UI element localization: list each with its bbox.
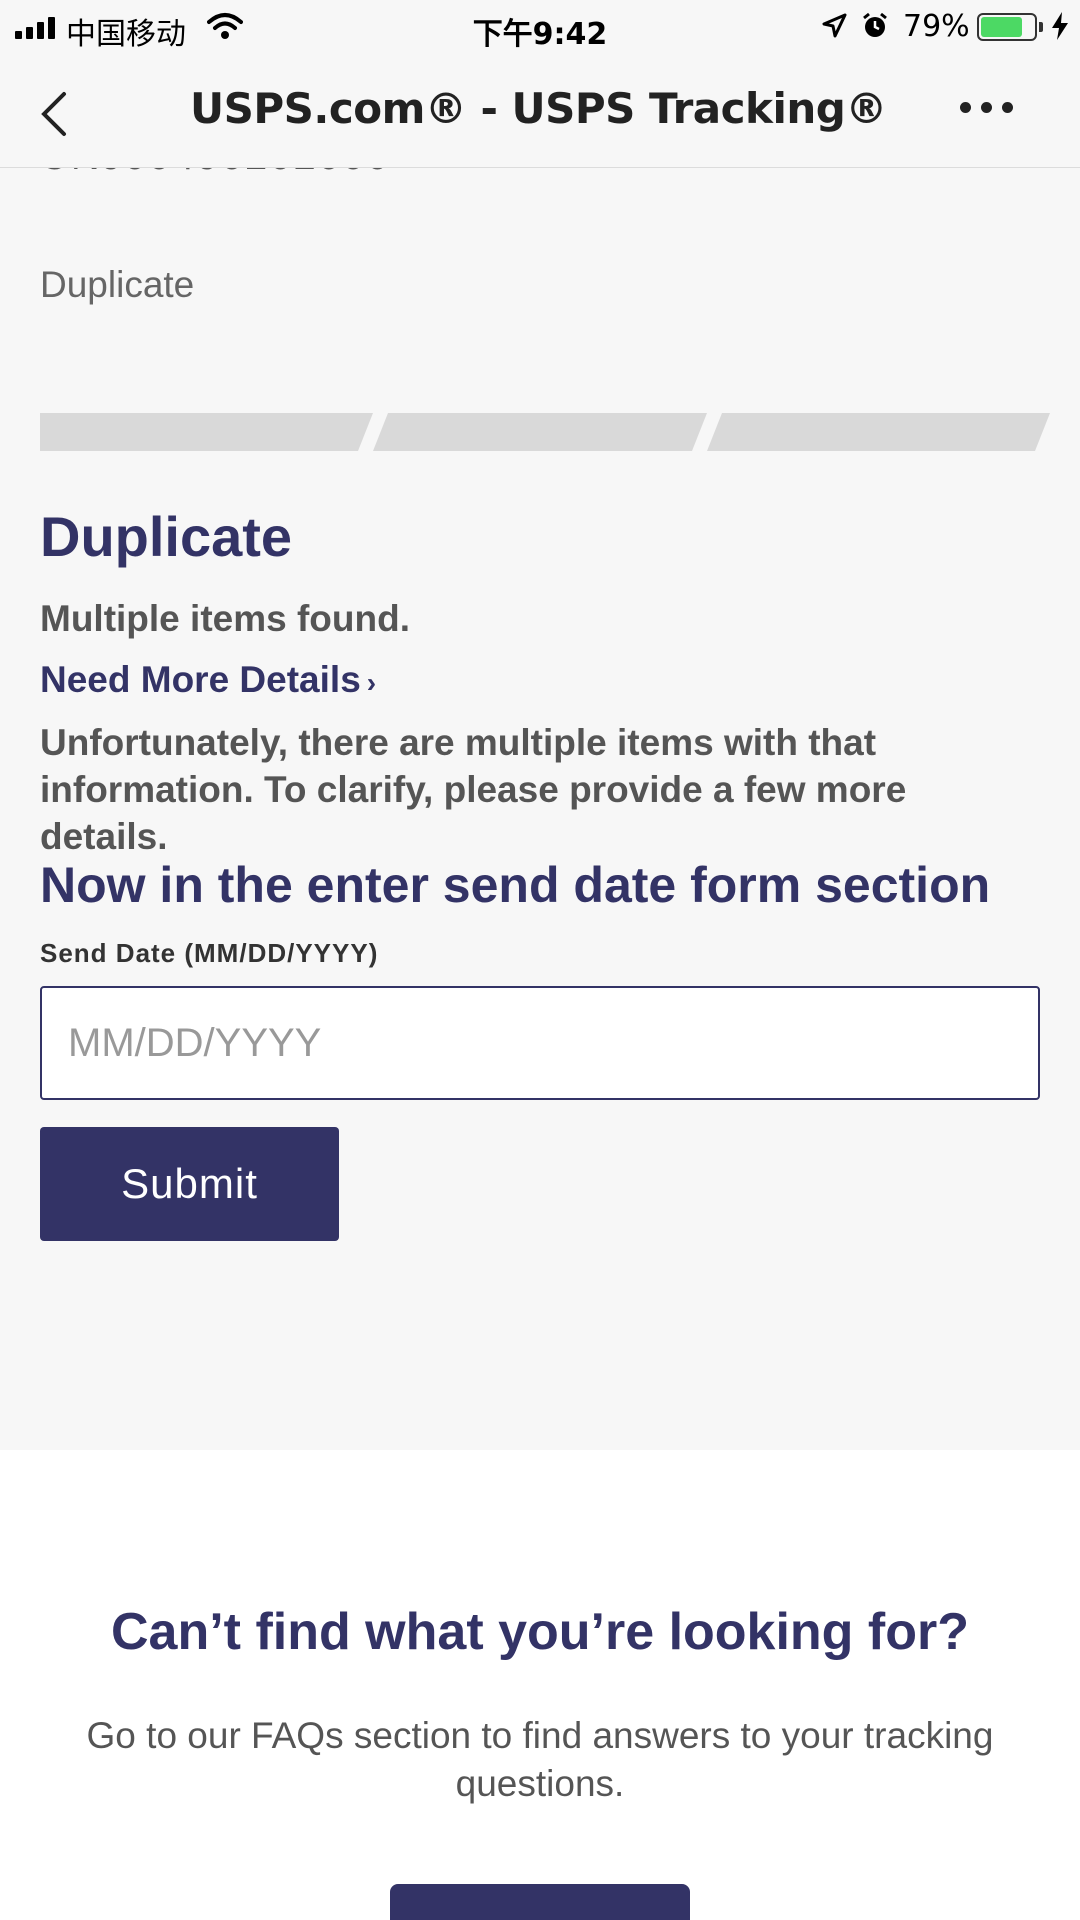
battery-icon bbox=[977, 13, 1037, 41]
help-title: Can’t find what you’re looking for? bbox=[111, 1603, 969, 1661]
progress-bar bbox=[40, 413, 1050, 451]
duplicate-heading: Duplicate bbox=[40, 505, 293, 568]
send-date-label: Send Date (MM/DD/YYYY) bbox=[40, 938, 379, 968]
charging-bolt-icon bbox=[1050, 11, 1070, 49]
more-options-icon[interactable] bbox=[960, 102, 1013, 113]
progress-segment-3 bbox=[707, 413, 1050, 451]
duplicate-explanation: Unfortunately, there are multiple items … bbox=[40, 722, 907, 857]
battery-percent: 79% bbox=[903, 9, 970, 44]
status-bar: 中国移动 下午9:42 79% bbox=[0, 0, 1080, 54]
tracking-status-label: Duplicate bbox=[40, 264, 195, 305]
progress-segment-2 bbox=[373, 413, 707, 451]
tracking-number: UNJ00490202000 bbox=[40, 168, 390, 179]
nav-bar: USPS.com® - USPS Tracking® R... bbox=[0, 54, 1080, 168]
faqs-button[interactable] bbox=[390, 1884, 690, 1920]
alarm-icon bbox=[860, 11, 890, 49]
need-more-details-link[interactable]: Need More Details › bbox=[40, 659, 376, 701]
progress-segment-1 bbox=[40, 413, 373, 451]
back-chevron-icon[interactable] bbox=[38, 90, 74, 138]
multiple-items-text: Multiple items found. bbox=[40, 598, 410, 639]
help-text: Go to our FAQs section to find answers t… bbox=[86, 1715, 994, 1804]
chevron-right-icon: › bbox=[366, 667, 377, 698]
need-more-details-label: Need More Details bbox=[40, 659, 361, 700]
page-title: USPS.com® - USPS Tracking® R... bbox=[190, 84, 900, 133]
location-arrow-icon bbox=[820, 12, 848, 48]
send-date-section-heading: Now in the enter send date form section bbox=[40, 857, 991, 913]
screen: 中国移动 下午9:42 79% USPS.com® - USPS Trackin… bbox=[0, 0, 1080, 1920]
help-section: Can’t find what you’re looking for? Go t… bbox=[0, 1450, 1080, 1920]
tracking-content: UNJ00490202000 Duplicate Duplicate Multi… bbox=[0, 168, 1080, 1450]
submit-button[interactable]: Submit bbox=[40, 1127, 339, 1241]
battery-nub bbox=[1039, 22, 1043, 32]
send-date-input[interactable] bbox=[40, 986, 1040, 1100]
